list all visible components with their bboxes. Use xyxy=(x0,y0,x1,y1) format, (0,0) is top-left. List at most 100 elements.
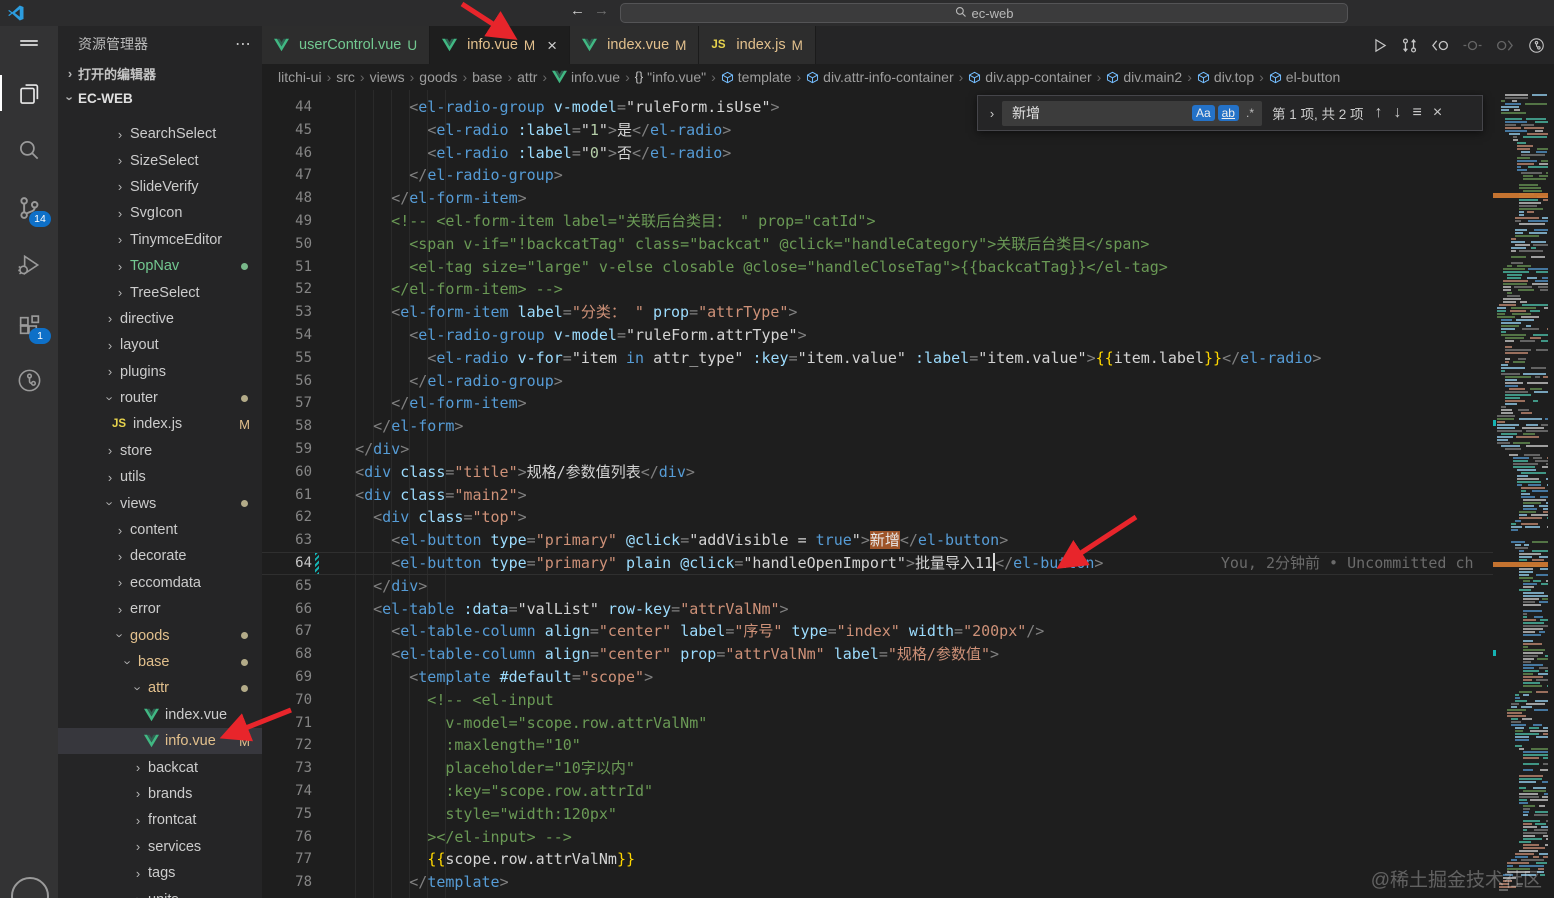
tree-item-svgicon[interactable]: › SvgIcon xyxy=(58,200,262,226)
tree-item-views[interactable]: › views xyxy=(58,490,262,516)
code-line-71[interactable]: 71 v-model="scope.row.attrValNm" xyxy=(262,712,1493,735)
breadcrumb-item--info-vue-[interactable]: {} "info.vue" xyxy=(635,69,706,85)
code-line-75[interactable]: 75 style="width:120px" xyxy=(262,803,1493,826)
code-line-47[interactable]: 47 </el-radio-group> xyxy=(262,164,1493,187)
nav-back-icon[interactable]: ← xyxy=(570,2,585,19)
tree-item-directive[interactable]: › directive xyxy=(58,306,262,332)
commit-graph-icon[interactable] xyxy=(1527,36,1546,55)
breadcrumb-item-attr[interactable]: attr xyxy=(517,69,537,85)
code-line-49[interactable]: 49 <!-- <el-form-item label="关联后台类目： " p… xyxy=(262,210,1493,233)
commit-graph-view-icon[interactable] xyxy=(0,356,58,404)
code-line-63[interactable]: 63 <el-button type="primary" @click="add… xyxy=(262,529,1493,552)
explorer-icon[interactable] xyxy=(0,69,58,117)
toggle-replace-icon[interactable]: › xyxy=(984,106,1000,121)
breadcrumb-item-div-app-container[interactable]: div.app-container xyxy=(968,69,1092,85)
section-open-editors[interactable]: › 打开的编辑器 xyxy=(58,61,262,86)
code-line-73[interactable]: 73 placeholder="10字以内" xyxy=(262,757,1493,780)
code-line-52[interactable]: 52 </el-form-item> --> xyxy=(262,278,1493,301)
search-view-icon[interactable] xyxy=(0,126,58,174)
code-line-46[interactable]: 46 <el-radio :label="0">否</el-radio> xyxy=(262,142,1493,165)
prev-change-icon[interactable] xyxy=(1431,37,1450,54)
tree-item-searchselect[interactable]: › SearchSelect xyxy=(58,121,262,147)
tree-item-content[interactable]: › content xyxy=(58,517,262,543)
code-line-51[interactable]: 51 <el-tag size="large" v-else closable … xyxy=(262,256,1493,279)
tree-item-tinymceeditor[interactable]: › TinymceEditor xyxy=(58,227,262,253)
menu-icon[interactable] xyxy=(0,26,58,60)
tree-item-layout[interactable]: › layout xyxy=(58,332,262,358)
code-line-77[interactable]: 77 {{scope.row.attrValNm}} xyxy=(262,848,1493,871)
code-line-55[interactable]: 55 <el-radio v-for="item in attr_type" :… xyxy=(262,347,1493,370)
run-debug-icon[interactable] xyxy=(0,241,58,289)
code-line-64[interactable]: 64 <el-button type="primary" plain @clic… xyxy=(262,552,1493,575)
tree-item-services[interactable]: › services xyxy=(58,834,262,860)
tree-item-brands[interactable]: › brands xyxy=(58,781,262,807)
close-find-icon[interactable]: × xyxy=(1433,105,1442,121)
tree-item-backcat[interactable]: › backcat xyxy=(58,754,262,780)
code-line-48[interactable]: 48 </el-form-item> xyxy=(262,187,1493,210)
tab-info-vue[interactable]: info.vue M × xyxy=(430,26,571,64)
minimap[interactable] xyxy=(1493,90,1548,898)
find-prev-icon[interactable]: ↑ xyxy=(1375,105,1383,121)
code-line-59[interactable]: 59 </div> xyxy=(262,438,1493,461)
tree-item-router[interactable]: › router xyxy=(58,385,262,411)
breadcrumb-item-base[interactable]: base xyxy=(472,69,502,85)
code-line-68[interactable]: 68 <el-table-column align="center" prop=… xyxy=(262,643,1493,666)
code-line-50[interactable]: 50 <span v-if="!backcatTag" class="backc… xyxy=(262,233,1493,256)
tree-item-store[interactable]: › store xyxy=(58,438,262,464)
tab-usercontrol-vue[interactable]: userControl.vue U xyxy=(262,26,431,64)
tree-item-eccomdata[interactable]: › eccomdata xyxy=(58,570,262,596)
tree-item-error[interactable]: › error xyxy=(58,596,262,622)
tree-item-treeselect[interactable]: › TreeSelect xyxy=(58,279,262,305)
breadcrumb-item-views[interactable]: views xyxy=(370,69,405,85)
code-line-78[interactable]: 78 </template> xyxy=(262,871,1493,894)
code-line-53[interactable]: 53 <el-form-item label="分类： " prop="attr… xyxy=(262,301,1493,324)
breadcrumb-item-template[interactable]: template xyxy=(721,69,791,85)
code-line-74[interactable]: 74 :key="scope.row.attrId" xyxy=(262,780,1493,803)
close-tab-icon[interactable]: × xyxy=(547,37,557,54)
code-editor[interactable]: 44 <el-radio-group v-model="ruleForm.isU… xyxy=(262,90,1554,898)
next-change-icon[interactable] xyxy=(1495,37,1514,54)
code-line-57[interactable]: 57 </el-form-item> xyxy=(262,392,1493,415)
tree-item-frontcat[interactable]: › frontcat xyxy=(58,807,262,833)
code-line-66[interactable]: 66 <el-table :data="valList" row-key="at… xyxy=(262,598,1493,621)
match-case-toggle[interactable]: Aa xyxy=(1191,105,1215,121)
code-line-70[interactable]: 70 <!-- <el-input xyxy=(262,689,1493,712)
code-line-72[interactable]: 72 :maxlength="10" xyxy=(262,734,1493,757)
current-change-icon[interactable] xyxy=(1463,37,1482,54)
whole-word-toggle[interactable]: ab xyxy=(1217,105,1239,121)
code-line-76[interactable]: 76 ></el-input> --> xyxy=(262,826,1493,849)
code-line-62[interactable]: 62 <div class="top"> xyxy=(262,506,1493,529)
breadcrumb-item-src[interactable]: src xyxy=(336,69,355,85)
code-line-58[interactable]: 58 </el-form> xyxy=(262,415,1493,438)
tree-item-index-js[interactable]: JS index.js M xyxy=(58,411,262,437)
nav-forward-icon[interactable]: → xyxy=(594,2,609,19)
tree-item-plugins[interactable]: › plugins xyxy=(58,359,262,385)
breadcrumb-item-litchi-ui[interactable]: litchi-ui xyxy=(278,69,322,85)
tree-item-base[interactable]: › base xyxy=(58,649,262,675)
tab-index-vue[interactable]: index.vue M xyxy=(570,26,700,64)
tree-item-slideverify[interactable]: › SlideVerify xyxy=(58,174,262,200)
section-ec-web[interactable]: › EC-WEB xyxy=(58,86,262,111)
code-line-61[interactable]: 61 <div class="main2"> xyxy=(262,484,1493,507)
tree-item-units[interactable]: ›units xyxy=(58,886,262,898)
more-actions-icon[interactable]: ⋯ xyxy=(235,34,252,54)
tree-item-goods[interactable]: › goods xyxy=(58,622,262,648)
git-compare-icon[interactable] xyxy=(1401,37,1418,54)
tree-item-sizeselect[interactable]: › SizeSelect xyxy=(58,147,262,173)
tree-item-decorate[interactable]: › decorate xyxy=(58,543,262,569)
tree-item-tags[interactable]: › tags xyxy=(58,860,262,886)
code-line-67[interactable]: 67 <el-table-column align="center" label… xyxy=(262,620,1493,643)
breadcrumb-item-div-top[interactable]: div.top xyxy=(1197,69,1254,85)
extensions-icon[interactable]: 1 xyxy=(0,301,58,349)
find-input[interactable] xyxy=(1010,104,1189,122)
code-line-60[interactable]: 60 <div class="title">规格/参数值列表</div> xyxy=(262,461,1493,484)
breadcrumb-item-info-vue[interactable]: info.vue xyxy=(552,69,620,85)
code-line-65[interactable]: 65 </div> xyxy=(262,575,1493,598)
tree-item-attr[interactable]: › attr xyxy=(58,675,262,701)
breadcrumb-item-div-main2[interactable]: div.main2 xyxy=(1106,69,1182,85)
account-icon[interactable] xyxy=(11,877,49,898)
breadcrumb-item-el-button[interactable]: el-button xyxy=(1269,69,1340,85)
find-next-icon[interactable]: ↓ xyxy=(1394,105,1402,121)
code-line-56[interactable]: 56 </el-radio-group> xyxy=(262,370,1493,393)
source-control-icon[interactable]: 14 xyxy=(0,184,58,232)
